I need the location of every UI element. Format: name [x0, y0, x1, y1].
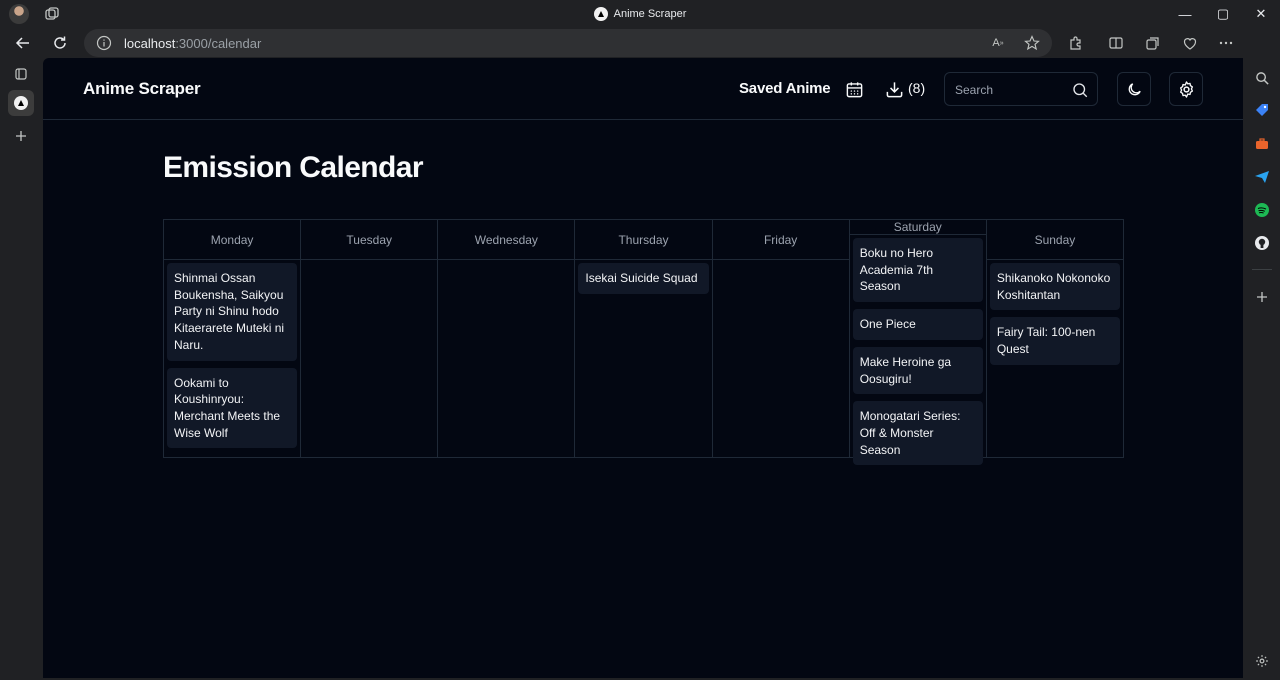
day-body: Isekai Suicide Squad	[575, 260, 711, 297]
back-arrow-icon	[15, 37, 29, 49]
page-title: Emission Calendar	[163, 151, 423, 184]
theme-toggle-button[interactable]	[1117, 72, 1151, 106]
window-title-text: Anime Scraper	[613, 8, 687, 20]
search-box	[944, 72, 1098, 106]
more-menu-icon[interactable]	[1216, 33, 1236, 53]
spotify-icon[interactable]	[1253, 201, 1271, 219]
day-body	[438, 260, 574, 266]
anime-card[interactable]: Make Heroine ga Oosugiru!	[852, 346, 983, 395]
window-controls: — ▢ ✕	[1166, 0, 1280, 28]
site-info-icon[interactable]	[96, 35, 112, 51]
url-host: localhost	[124, 36, 176, 51]
back-button[interactable]	[12, 32, 34, 54]
app-header: Anime Scraper Saved Anime (8)	[43, 58, 1243, 120]
search-input[interactable]	[955, 81, 1065, 99]
anime-card[interactable]: Ookami to Koushinryou: Merchant Meets th…	[167, 367, 298, 449]
github-icon[interactable]	[1253, 234, 1271, 252]
day-body	[301, 260, 437, 266]
anime-card[interactable]: Monogatari Series: Off & Monster Season	[852, 401, 983, 466]
day-column-sunday: Sunday Shikanoko Nokonoko Koshitantan Fair…	[986, 220, 1123, 457]
calendar-icon[interactable]	[844, 79, 864, 99]
favorite-star-icon[interactable]	[1024, 35, 1040, 51]
plus-icon	[16, 131, 26, 141]
day-header: Sunday	[986, 220, 1123, 260]
day-column-saturday: Saturday Boku no Hero Academia 7th Season…	[849, 220, 987, 466]
emission-calendar: Monday Shinmai Ossan Boukensha, Saikyou P…	[163, 219, 1124, 466]
page-viewport: Anime Scraper Saved Anime (8) Emission C…	[43, 58, 1243, 678]
tools-briefcase-icon[interactable]	[1253, 135, 1271, 153]
vertical-tabs-strip	[0, 58, 43, 680]
sidebar-search-icon[interactable]	[1253, 69, 1271, 87]
window-title: Anime Scraper	[0, 0, 1280, 28]
extensions-icon[interactable]	[1066, 33, 1086, 53]
download-count-badge[interactable]: (8)	[908, 80, 925, 96]
sidebar-settings-icon[interactable]	[1253, 652, 1271, 670]
anime-card[interactable]: Shikanoko Nokonoko Koshitantan	[989, 263, 1120, 311]
url-path: :3000/calendar	[175, 36, 262, 51]
day-column-thursday: Thursday Isekai Suicide Squad	[575, 220, 713, 457]
nextjs-favicon-icon	[593, 7, 608, 21]
address-bar[interactable]: localhost:3000/calendar A»	[84, 29, 1052, 57]
day-body: Boku no Hero Academia 7th Season One Piec…	[850, 235, 986, 468]
day-header: Friday	[712, 220, 849, 260]
day-body: Shinmai Ossan Boukensha, Saikyou Party n…	[164, 260, 300, 451]
browser-title-bar: Anime Scraper — ▢ ✕	[0, 0, 1280, 28]
collections-icon[interactable]	[1143, 33, 1163, 53]
anime-card[interactable]: Fairy Tail: 100-nen Quest	[989, 317, 1120, 365]
sidebar-divider	[1252, 269, 1272, 270]
anime-card[interactable]: Boku no Hero Academia 7th Season	[852, 238, 983, 303]
read-aloud-icon[interactable]: A»	[990, 35, 1006, 51]
brand-link[interactable]: Anime Scraper	[83, 79, 201, 99]
minimize-button[interactable]: —	[1166, 0, 1204, 28]
split-screen-icon[interactable]	[1106, 33, 1126, 53]
day-header: Wednesday	[438, 220, 575, 260]
close-window-button[interactable]: ✕	[1242, 0, 1280, 28]
shopping-tag-icon[interactable]	[1253, 101, 1271, 119]
day-header: Monday	[164, 220, 301, 260]
day-body	[713, 260, 849, 266]
maximize-button[interactable]: ▢	[1204, 0, 1242, 28]
browser-toolbar: localhost:3000/calendar A»	[0, 28, 1280, 58]
day-column-friday: Friday	[712, 220, 850, 457]
moon-icon	[1128, 82, 1141, 95]
day-header: Saturday	[849, 220, 986, 235]
day-header: Thursday	[575, 220, 712, 260]
day-column-tuesday: Tuesday	[301, 220, 439, 457]
day-body: Shikanoko Nokonoko Koshitantan Fairy Tail…	[987, 260, 1123, 368]
tab-anime-scraper[interactable]	[8, 90, 34, 116]
saved-anime-link[interactable]: Saved Anime	[739, 80, 831, 97]
refresh-button[interactable]	[49, 32, 71, 54]
browser-essentials-icon[interactable]	[1180, 33, 1200, 53]
browser-sidebar	[1244, 28, 1280, 680]
gear-icon	[1179, 80, 1193, 98]
anime-card[interactable]: Isekai Suicide Squad	[578, 263, 709, 294]
search-icon[interactable]	[1071, 81, 1089, 99]
telegram-send-icon[interactable]	[1253, 168, 1271, 186]
day-column-wednesday: Wednesday	[438, 220, 576, 457]
day-header: Tuesday	[301, 220, 438, 260]
tab-actions-icon[interactable]	[8, 61, 34, 87]
new-tab-button[interactable]	[8, 123, 34, 149]
refresh-icon	[54, 36, 66, 49]
day-column-monday: Monday Shinmai Ossan Boukensha, Saikyou P…	[164, 220, 302, 457]
anime-card[interactable]: One Piece	[852, 309, 983, 340]
sidebar-add-icon[interactable]	[1253, 288, 1271, 306]
nextjs-tab-icon	[14, 96, 28, 110]
anime-card[interactable]: Shinmai Ossan Boukensha, Saikyou Party n…	[167, 263, 298, 361]
url-text[interactable]: localhost:3000/calendar	[124, 36, 261, 51]
download-icon[interactable]	[884, 79, 904, 99]
settings-button[interactable]	[1169, 72, 1203, 106]
